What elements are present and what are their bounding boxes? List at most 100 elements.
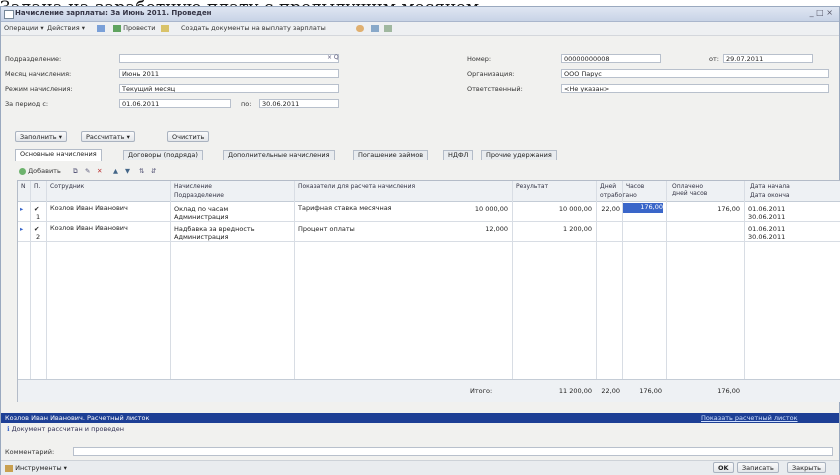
responsible-label: Ответственный: — [467, 85, 523, 93]
col-start-header: Дата начала — [750, 183, 790, 190]
document-window: Начисление зарплаты: За Июнь 2011. Прове… — [0, 6, 840, 475]
tab-income-tax[interactable]: НДФЛ — [443, 150, 474, 160]
save-icon[interactable] — [97, 24, 105, 32]
delete-row-icon[interactable]: ✕ — [97, 167, 102, 175]
sort-asc-icon[interactable]: ⇅ — [139, 167, 144, 175]
col-employee-header: Сотрудник — [50, 183, 85, 190]
period-from-label: За период с: — [5, 100, 49, 108]
ok-button[interactable]: OK — [713, 462, 734, 473]
tab-loan-repayment[interactable]: Погашение займов — [353, 150, 429, 160]
clear-button[interactable]: Очистить — [167, 131, 210, 142]
move-up-icon[interactable]: ▲ — [113, 167, 118, 175]
mode-label: Режим начисления: — [5, 85, 73, 93]
col-paid-header: Оплачено дней часов — [672, 183, 708, 197]
row-start-date: 01.06.2011 — [748, 205, 786, 213]
col-hours-header: Часов — [626, 183, 645, 190]
structure-icon[interactable] — [371, 24, 379, 32]
row-department: Администрация — [174, 233, 229, 241]
tools-icon — [5, 464, 13, 472]
tab-additional-accruals[interactable]: Дополнительные начисления — [223, 150, 335, 160]
print-icon[interactable] — [161, 24, 169, 32]
edit-row-icon[interactable]: ✎ — [85, 167, 90, 175]
row-employee: Козлов Иван Иванович — [50, 204, 128, 212]
row-days: 22,00 — [601, 205, 620, 213]
row-number: 1 — [36, 213, 41, 221]
select-icon[interactable]: × Q — [327, 54, 339, 61]
row-start-date: 01.06.2011 — [748, 225, 786, 233]
copy-row-icon[interactable]: ⧉ — [73, 167, 78, 176]
period-to-field[interactable]: 30.06.2011 — [259, 99, 339, 108]
title-bar: Начисление зарплаты: За Июнь 2011. Прове… — [1, 7, 839, 22]
row-result: 1 200,00 — [563, 225, 592, 233]
responsible-field[interactable]: <Не указан> — [561, 84, 829, 93]
row-marker-icon: ▸ — [20, 205, 24, 213]
date-label: от: — [709, 55, 719, 63]
row-amount: 12,000 — [485, 225, 508, 233]
col-p-header: П. — [34, 183, 41, 190]
col-end-header: Дата оконча — [750, 192, 790, 199]
organization-field[interactable]: ООО Парус — [561, 69, 829, 78]
post-icon — [113, 24, 121, 32]
window-controls[interactable]: _ □ × — [810, 8, 833, 17]
totals-days: 22,00 — [601, 387, 620, 395]
number-label: Номер: — [467, 55, 492, 63]
payslip-employee: Козлов Иван Иванович. Расчетный листок — [5, 414, 150, 422]
show-payslip-link[interactable]: Показать расчетный листок — [701, 414, 798, 422]
row-employee: Козлов Иван Иванович — [50, 224, 128, 232]
row-accrual: Оклад по часам — [174, 205, 229, 213]
month-label: Месяц начисления: — [5, 70, 72, 78]
date-field[interactable]: 29.07.2011 — [723, 54, 813, 63]
totals-label: Итого: — [470, 387, 493, 395]
row-end-date: 30.06.2011 — [748, 213, 786, 221]
col-indicators-header: Показатели для расчета начисления — [298, 183, 416, 190]
document-icon — [4, 10, 14, 19]
create-payment-docs-button[interactable]: Создать документы на выплату зарплаты — [181, 24, 326, 32]
mode-field[interactable]: Текущий месяц — [119, 84, 339, 93]
col-n-header: N — [21, 183, 26, 190]
totals-paid: 176,00 — [717, 387, 740, 395]
organization-label: Организация: — [467, 70, 515, 78]
post-button[interactable]: Провести — [113, 24, 155, 32]
add-icon — [19, 167, 26, 175]
period-from-field[interactable]: 01.06.2011 — [119, 99, 231, 108]
comment-label: Комментарий: — [5, 448, 55, 456]
calculate-button[interactable]: Рассчитать ▾ — [81, 131, 135, 142]
save-button[interactable]: Записать — [737, 462, 779, 473]
add-row-button[interactable]: Добавить — [19, 167, 61, 175]
refresh-icon[interactable] — [356, 24, 364, 32]
tab-other-deductions[interactable]: Прочие удержания — [481, 150, 557, 160]
tab-contracts[interactable]: Договоры (подряда) — [123, 150, 203, 160]
sort-desc-icon[interactable]: ⇵ — [151, 167, 156, 175]
info-icon: ℹ — [7, 425, 10, 433]
fill-button[interactable]: Заполнить ▾ — [15, 131, 67, 142]
tab-main-accruals[interactable]: Основные начисления — [15, 149, 102, 161]
window-title: Начисление зарплаты: За Июнь 2011. Прове… — [15, 9, 212, 17]
number-field[interactable]: 00000000008 — [561, 54, 661, 63]
payslip-bar: Козлов Иван Иванович. Расчетный листок П… — [1, 413, 839, 423]
col-days-header: Дней — [600, 183, 617, 190]
department-label: Подразделение: — [5, 55, 62, 63]
totals-hours: 176,00 — [639, 387, 662, 395]
row-indicator: Процент оплаты — [298, 225, 355, 233]
tools-menu[interactable]: Инструменты ▾ — [5, 464, 67, 472]
department-field[interactable] — [119, 54, 339, 63]
row-accrual: Надбавка за вредность — [174, 225, 255, 233]
operations-menu[interactable]: Операции ▾ — [4, 24, 44, 32]
row-check-icon[interactable]: ✔ — [34, 225, 39, 233]
totals-result: 11 200,00 — [558, 387, 592, 395]
comment-field[interactable] — [73, 447, 833, 456]
col-worked-header: отработано — [600, 192, 637, 199]
month-field[interactable]: Июнь 2011 — [119, 69, 339, 78]
grid-settings-icon[interactable] — [384, 24, 392, 32]
row-check-icon[interactable]: ✔ — [34, 205, 39, 213]
row-hours-selected[interactable]: 176,00 — [623, 203, 663, 213]
accruals-table: N П. Сотрудник Начисление Подразделение … — [17, 180, 840, 402]
col-accrual-header: Начисление — [174, 183, 212, 190]
row-end-date: 30.06.2011 — [748, 233, 786, 241]
col-result-header: Результат — [516, 183, 549, 190]
close-button[interactable]: Закрыть — [787, 462, 826, 473]
row-department: Администрация — [174, 213, 229, 221]
table-footer: Итого: 11 200,00 22,00 176,00 176,00 — [18, 379, 840, 402]
move-down-icon[interactable]: ▼ — [125, 167, 130, 175]
actions-menu[interactable]: Действия ▾ — [47, 24, 85, 32]
